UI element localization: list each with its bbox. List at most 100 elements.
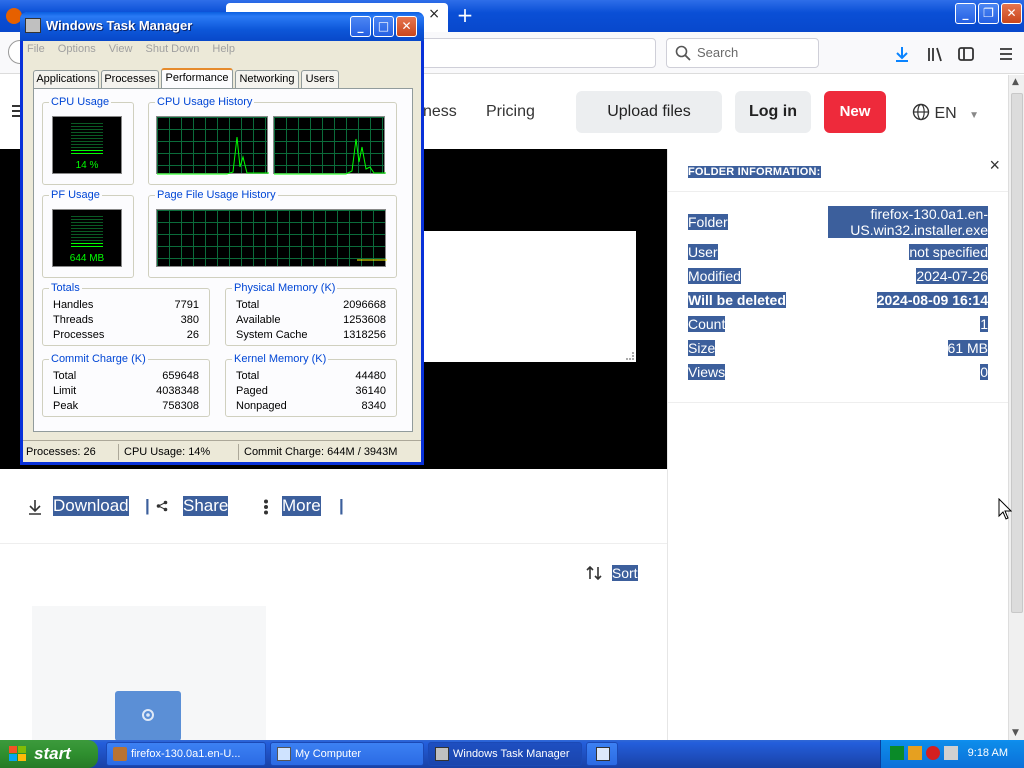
gear-icon xyxy=(142,709,154,721)
totals-group: Totals Handles 7791 Threads 380 Processes 2… xyxy=(42,282,210,346)
menu-options[interactable]: Options xyxy=(58,43,96,55)
task-label: Windows Task Manager xyxy=(453,748,570,760)
start-label: start xyxy=(34,744,71,763)
more-button[interactable]: More xyxy=(282,496,321,516)
stat-value: 2096668 xyxy=(343,299,386,311)
stat-value: 36140 xyxy=(355,385,386,397)
cpu-history-graph-1 xyxy=(156,116,269,175)
separator: | xyxy=(145,496,150,515)
clock: 9:18 AM xyxy=(967,747,1008,759)
share-icon[interactable] xyxy=(156,500,168,512)
stat-row: Processes 26 xyxy=(53,329,199,343)
scroll-down-icon[interactable]: ▼ xyxy=(1012,728,1019,738)
minimize-button[interactable]: _ xyxy=(350,16,371,37)
tab-performance[interactable]: Performance xyxy=(161,68,233,89)
stat-value: 380 xyxy=(180,314,199,326)
tab-users[interactable]: Users xyxy=(301,70,339,88)
download-button[interactable]: Download xyxy=(53,496,129,516)
volume-icon[interactable] xyxy=(944,746,958,760)
taskbar-item-task-manager[interactable]: Windows Task Manager xyxy=(428,742,582,766)
stat-label: Processes xyxy=(53,329,105,341)
stat-row: Total 659648 xyxy=(53,370,199,384)
menu-shut-down[interactable]: Shut Down xyxy=(146,43,200,55)
file-card[interactable] xyxy=(32,606,266,741)
folder-info-panel: × FOLDER INFORMATION: Folder firefox-130… xyxy=(667,149,1009,740)
language-selector[interactable]: EN ▼ xyxy=(912,103,979,123)
group-label: Totals xyxy=(49,282,82,294)
menu-file[interactable]: File xyxy=(27,43,45,55)
start-button[interactable]: start xyxy=(0,740,98,768)
share-button[interactable]: Share xyxy=(183,496,229,516)
close-button[interactable]: ✕ xyxy=(396,16,417,37)
nav-link-business[interactable]: ness xyxy=(423,103,457,121)
system-tray: 9:18 AM xyxy=(880,740,1024,768)
stat-row: Total 44480 xyxy=(236,370,386,384)
info-value: not specified xyxy=(909,244,988,260)
window-title: Windows Task Manager xyxy=(46,18,193,33)
scrollbar-thumb[interactable] xyxy=(1011,93,1023,613)
page-scrollbar[interactable]: ▲ ▼ xyxy=(1008,75,1024,740)
url-bar[interactable] xyxy=(416,38,656,68)
info-value: 0 xyxy=(980,364,988,380)
cpu-usage-value: 14 % xyxy=(75,160,99,171)
close-button[interactable]: ✕ xyxy=(1001,3,1022,24)
new-button[interactable]: New xyxy=(824,91,886,133)
divider xyxy=(0,543,667,544)
download-icon[interactable] xyxy=(28,499,42,515)
taskbar-item-window[interactable] xyxy=(586,742,618,766)
upload-files-button[interactable]: Upload files xyxy=(576,91,722,133)
sidebar-icon[interactable] xyxy=(956,44,976,64)
task-manager-titlebar[interactable]: Windows Task Manager _ □ ✕ xyxy=(20,12,424,41)
cpu-history-group: CPU Usage History xyxy=(148,96,397,185)
resize-grip-icon[interactable] xyxy=(626,352,634,360)
status-cpu: CPU Usage: 14% xyxy=(121,444,239,460)
info-value: 2024-08-09 16:14 xyxy=(876,292,988,308)
chevron-down-icon: ▼ xyxy=(969,110,980,121)
tab-applications[interactable]: Applications xyxy=(33,70,99,88)
stat-row: Handles 7791 xyxy=(53,299,199,313)
task-manager-window[interactable]: Windows Task Manager _ □ ✕ File Options … xyxy=(20,12,424,465)
tab-networking[interactable]: Networking xyxy=(235,70,299,88)
hamburger-menu-icon[interactable] xyxy=(996,44,1016,64)
kernel-memory-group: Kernel Memory (K) Total 44480 Paged 36140 … xyxy=(225,353,397,417)
taskbar-item-firefox[interactable]: firefox-130.0a1.en-U... xyxy=(106,742,266,766)
login-button[interactable]: Log in xyxy=(735,91,811,133)
scroll-up-icon[interactable]: ▲ xyxy=(1012,77,1019,87)
pf-history-line xyxy=(357,259,387,261)
tab-close-icon[interactable]: × xyxy=(428,6,440,22)
security-shield-icon[interactable] xyxy=(926,746,940,760)
menu-view[interactable]: View xyxy=(109,43,133,55)
sort-control[interactable]: Sort xyxy=(586,565,638,581)
stat-value: 44480 xyxy=(355,370,386,382)
preview-overlay-box xyxy=(423,231,636,362)
library-icon[interactable] xyxy=(925,44,945,64)
info-label: Modified xyxy=(688,268,741,284)
restore-button[interactable]: ❐ xyxy=(978,3,999,24)
close-icon[interactable]: × xyxy=(989,155,1000,176)
stat-row: Limit 4038348 xyxy=(53,385,199,399)
file-actions-bar: Download | Share More | xyxy=(0,490,667,522)
search-input[interactable]: Search xyxy=(666,38,819,68)
menu-help[interactable]: Help xyxy=(212,43,235,55)
file-thumbnail-icon xyxy=(115,691,181,741)
stat-label: Total xyxy=(236,370,260,382)
commit-charge-group: Commit Charge (K) Total 659648 Limit 40383… xyxy=(42,353,210,417)
safely-remove-tray-icon[interactable] xyxy=(908,746,922,760)
minimize-button[interactable]: _ xyxy=(955,3,976,24)
stat-row: Nonpaged 8340 xyxy=(236,400,386,414)
nav-link-pricing[interactable]: Pricing xyxy=(486,103,535,121)
taskbar-item-my-computer[interactable]: My Computer xyxy=(270,742,424,766)
maximize-button[interactable]: □ xyxy=(373,16,394,37)
tab-processes[interactable]: Processes xyxy=(101,70,159,88)
more-vertical-icon[interactable] xyxy=(263,499,269,515)
network-tray-icon[interactable] xyxy=(890,746,904,760)
status-commit: Commit Charge: 644M / 3943M xyxy=(244,446,398,458)
language-label: EN xyxy=(934,105,957,122)
download-arrow-icon[interactable] xyxy=(892,44,912,64)
group-label: Physical Memory (K) xyxy=(232,282,338,294)
taskbar: start firefox-130.0a1.en-U... My Compute… xyxy=(0,740,1024,768)
cpu-history-line xyxy=(274,138,386,175)
new-tab-button[interactable]: + xyxy=(452,4,478,28)
stat-label: Handles xyxy=(53,299,94,311)
pf-usage-value: 644 MB xyxy=(69,253,105,264)
